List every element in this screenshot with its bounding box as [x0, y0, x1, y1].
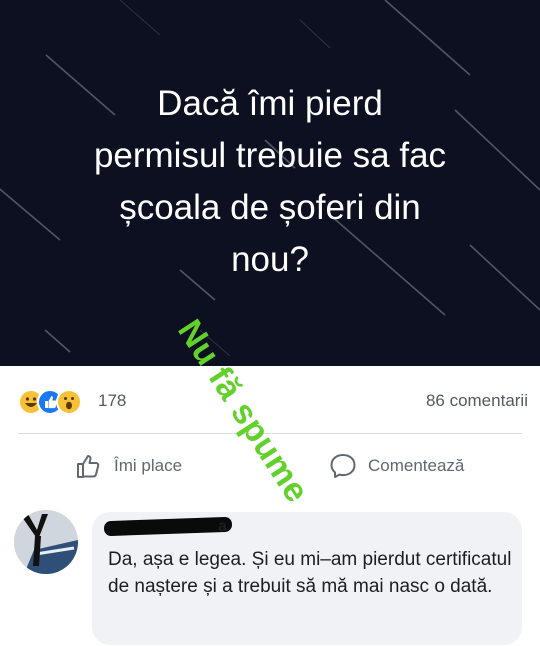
comment-label: Comentează: [368, 456, 465, 475]
comment-count-link[interactable]: 86 comentarii: [426, 391, 528, 411]
post-line: Dacă îmi pierd: [157, 84, 383, 123]
post-line: nou?: [231, 240, 309, 279]
like-label: Îmi place: [114, 456, 183, 475]
post-line: școala de șoferi din: [119, 188, 421, 227]
reaction-icons[interactable]: [18, 389, 96, 415]
post-line: permisul trebuie sa fac: [93, 136, 447, 175]
post-question-text: Dacă îmi pierd permisul trebuie sa fac ș…: [40, 78, 500, 286]
like-button[interactable]: Îmi place: [74, 448, 224, 484]
reaction-count[interactable]: 178: [98, 391, 126, 411]
comment-button[interactable]: Comentează: [328, 448, 498, 484]
post-image-banner[interactable]: Dacă îmi pierd permisul trebuie sa fac ș…: [0, 0, 540, 366]
reactions-bar: 178 86 comentarii: [18, 386, 528, 418]
wow-icon: [56, 389, 82, 415]
thumbs-up-icon: [77, 455, 100, 478]
comment-text: Da, așa e legea. Și eu mi–am pierdut cer…: [108, 549, 512, 597]
comment-author[interactable]: a: [218, 518, 227, 536]
avatar[interactable]: [14, 510, 78, 574]
comment-bubble-icon: [330, 454, 356, 478]
